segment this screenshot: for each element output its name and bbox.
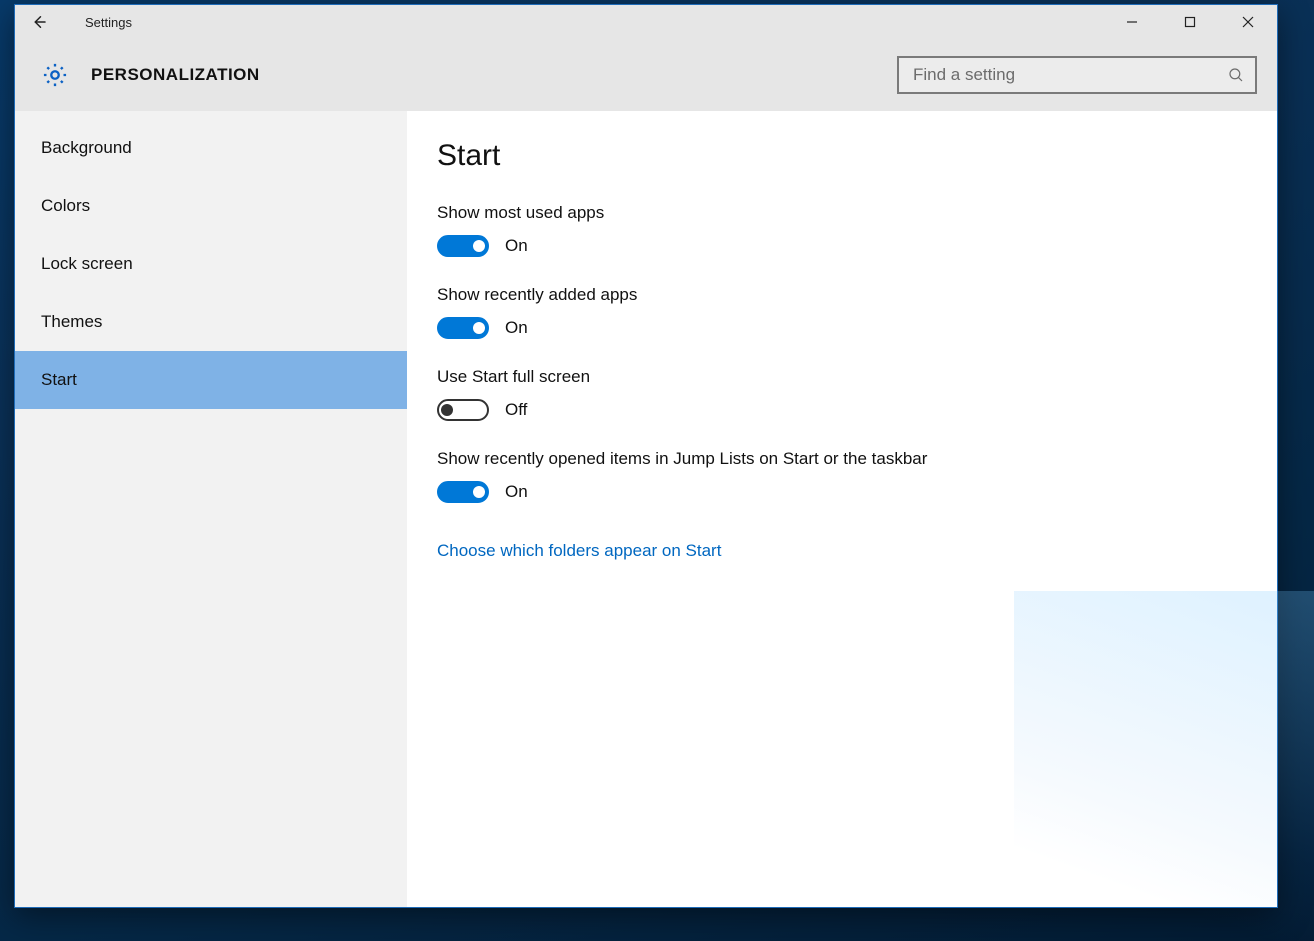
setting-label: Use Start full screen [437, 367, 1247, 387]
sidebar-item-label: Lock screen [41, 254, 133, 274]
titlebar: Settings [15, 5, 1277, 39]
window-title: Settings [63, 15, 132, 30]
toggle-show-most-used-apps[interactable] [437, 235, 489, 257]
setting-use-start-full-screen: Use Start full screen Off [437, 367, 1247, 421]
toggle-state-label: On [505, 482, 528, 502]
toggle-state-label: On [505, 318, 528, 338]
setting-show-most-used-apps: Show most used apps On [437, 203, 1247, 257]
setting-label: Show recently added apps [437, 285, 1247, 305]
toggle-use-start-full-screen[interactable] [437, 399, 489, 421]
setting-show-recently-added-apps: Show recently added apps On [437, 285, 1247, 339]
arrow-left-icon [30, 13, 48, 31]
sidebar-item-label: Colors [41, 196, 90, 216]
sidebar: Background Colors Lock screen Themes Sta… [15, 111, 407, 907]
toggle-show-recently-added-apps[interactable] [437, 317, 489, 339]
page-heading: Start [437, 139, 1247, 173]
category-title: PERSONALIZATION [91, 65, 260, 85]
window-body: Background Colors Lock screen Themes Sta… [15, 111, 1277, 907]
setting-show-recent-jump-list-items: Show recently opened items in Jump Lists… [437, 449, 1247, 503]
sidebar-item-label: Background [41, 138, 132, 158]
close-icon [1242, 16, 1254, 28]
search-icon [1227, 66, 1245, 84]
toggle-state-label: On [505, 236, 528, 256]
setting-label: Show most used apps [437, 203, 1247, 223]
maximize-button[interactable] [1161, 5, 1219, 39]
sidebar-item-themes[interactable]: Themes [15, 293, 407, 351]
setting-label: Show recently opened items in Jump Lists… [437, 449, 1247, 469]
content-area: Start Show most used apps On Show recent… [407, 111, 1277, 907]
close-button[interactable] [1219, 5, 1277, 39]
sidebar-item-label: Themes [41, 312, 102, 332]
toggle-state-label: Off [505, 400, 527, 420]
category-header: PERSONALIZATION [15, 39, 1277, 111]
minimize-icon [1126, 16, 1138, 28]
desktop-background: Settings PERSONALIZATION [0, 0, 1314, 941]
toggle-show-recent-jump-list-items[interactable] [437, 481, 489, 503]
window-controls [1103, 5, 1277, 39]
search-box[interactable] [897, 56, 1257, 94]
maximize-icon [1184, 16, 1196, 28]
settings-gear-icon [41, 61, 69, 89]
sidebar-item-start[interactable]: Start [15, 351, 407, 409]
sidebar-item-background[interactable]: Background [15, 119, 407, 177]
minimize-button[interactable] [1103, 5, 1161, 39]
sidebar-item-colors[interactable]: Colors [15, 177, 407, 235]
search-input[interactable] [913, 65, 1227, 85]
sidebar-item-label: Start [41, 370, 77, 390]
settings-window: Settings PERSONALIZATION [14, 4, 1278, 908]
sidebar-item-lock-screen[interactable]: Lock screen [15, 235, 407, 293]
choose-folders-link[interactable]: Choose which folders appear on Start [437, 541, 721, 561]
back-button[interactable] [15, 5, 63, 39]
